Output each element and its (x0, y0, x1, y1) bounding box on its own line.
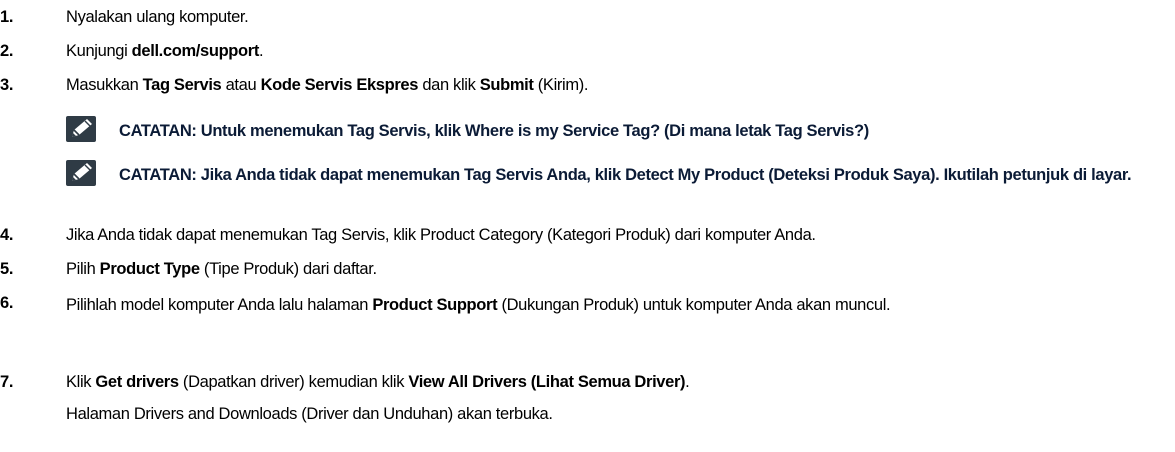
step-text: Pilih Product Type (Tipe Produk) dari da… (66, 260, 377, 278)
step-text: Kunjungi dell.com/support. (66, 42, 264, 60)
step-number: 6. (0, 294, 14, 312)
instructions-document: 1. Nyalakan ulang komputer. 2. Kunjungi … (0, 0, 1175, 452)
note-text: CATATAN: Jika Anda tidak dapat menemukan… (119, 166, 1132, 184)
step-followup-text: Halaman Drivers and Downloads (Driver da… (66, 405, 553, 423)
pencil-note-icon (66, 116, 96, 142)
step-text: Pilihlah model komputer Anda lalu halama… (66, 296, 891, 314)
step-number: 1. (0, 8, 14, 26)
step-number: 2. (0, 42, 14, 60)
note-text: CATATAN: Untuk menemukan Tag Servis, kli… (119, 122, 869, 140)
step-number: 4. (0, 226, 14, 244)
step-text: Masukkan Tag Servis atau Kode Servis Eks… (66, 76, 589, 94)
step-number: 5. (0, 260, 14, 278)
url-text: dell.com/support (131, 42, 260, 60)
step-text: Jika Anda tidak dapat menemukan Tag Serv… (66, 226, 816, 244)
step-number: 7. (0, 373, 14, 391)
step-text: Nyalakan ulang komputer. (66, 8, 249, 26)
step-number: 3. (0, 76, 14, 94)
step-text: Klik Get drivers (Dapatkan driver) kemud… (66, 373, 690, 391)
pencil-note-icon (66, 160, 96, 186)
